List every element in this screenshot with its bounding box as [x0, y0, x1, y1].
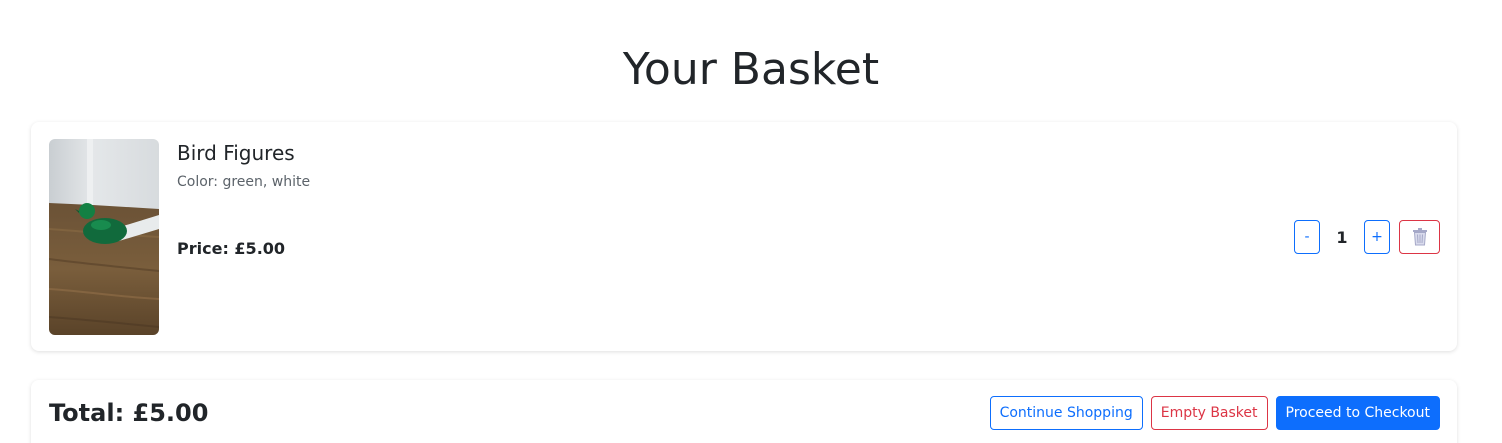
basket-summary: Total: £5.00 Continue Shopping Empty Bas… — [31, 380, 1457, 443]
product-name[interactable]: Bird Figures — [177, 141, 295, 165]
quantity-stepper: - 1 + — [1294, 220, 1440, 254]
remove-item-button[interactable] — [1399, 220, 1440, 254]
product-thumbnail[interactable] — [49, 139, 159, 335]
decrease-quantity-button[interactable]: - — [1294, 220, 1320, 254]
basket-total: Total: £5.00 — [49, 399, 208, 427]
price-label: Price: — [177, 239, 229, 258]
trash-icon — [1412, 228, 1427, 246]
product-price: Price: £5.00 — [177, 239, 285, 258]
page-title: Your Basket — [622, 44, 880, 95]
total-value: £5.00 — [132, 399, 209, 427]
bird-figure-photo-icon — [49, 139, 159, 335]
total-label: Total: — [49, 399, 125, 427]
product-color: Color: green, white — [177, 174, 311, 190]
empty-basket-button[interactable]: Empty Basket — [1150, 396, 1268, 430]
quantity-value: 1 — [1336, 227, 1348, 247]
basket-page: Your Basket Bird Figures Color: green, w… — [0, 0, 1502, 443]
basket-item-card: Bird Figures Color: green, white Price: … — [31, 122, 1457, 351]
continue-shopping-button[interactable]: Continue Shopping — [989, 396, 1143, 430]
price-value: £5.00 — [234, 239, 286, 258]
proceed-to-checkout-button[interactable]: Proceed to Checkout — [1275, 396, 1440, 430]
basket-actions: Continue Shopping Empty Basket Proceed t… — [989, 396, 1440, 430]
increase-quantity-button[interactable]: + — [1364, 220, 1390, 254]
